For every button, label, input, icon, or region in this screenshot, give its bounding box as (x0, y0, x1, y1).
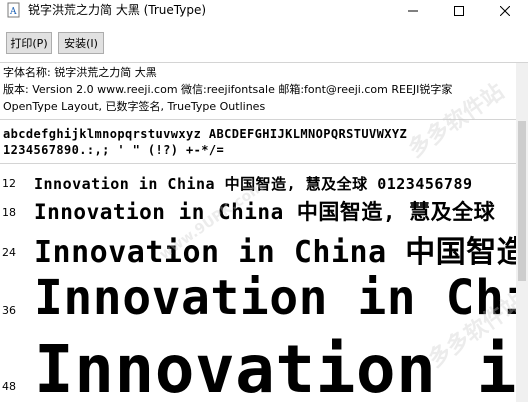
window-title: 锐字洪荒之力简 大黑 (TrueType) (28, 3, 207, 17)
charset-divider (0, 163, 516, 164)
font-file-icon: A (6, 2, 22, 18)
print-button[interactable]: 打印(P) (6, 32, 52, 54)
font-features-info: OpenType Layout, 已数字签名, TrueType Outline… (3, 100, 266, 113)
vertical-scrollbar[interactable] (516, 63, 528, 402)
svg-text:A: A (9, 7, 17, 17)
title-bar: A 锐字洪荒之力简 大黑 (TrueType) (0, 0, 528, 22)
font-version-info: 版本: Version 2.0 www.reeji.com 微信:reejifo… (3, 83, 453, 96)
close-icon (500, 6, 510, 16)
toolbar: 打印(P) 安装(I) (0, 22, 528, 62)
sample-size-label: 12 (2, 177, 16, 190)
info-divider (0, 119, 516, 120)
sample-size-label: 24 (2, 246, 16, 259)
sample-size-label: 18 (2, 206, 16, 219)
maximize-icon (454, 6, 464, 16)
scrollbar-thumb[interactable] (518, 121, 526, 281)
minimize-button[interactable] (390, 0, 436, 22)
sample-size-label: 36 (2, 304, 16, 317)
close-button[interactable] (482, 0, 528, 22)
sample-text: Innovation in (34, 331, 516, 402)
sample-text: Innovation in China (34, 270, 516, 326)
sample-text: Innovation in China 中国智造, 慧及全球 (34, 200, 496, 224)
charset-symbols: 1234567890.:,; ' " (!?) +-*/= (3, 143, 225, 157)
font-name-info: 字体名称: 锐字洪荒之力简 大黑 (3, 66, 157, 79)
sample-text: Innovation in China 中国智造 (34, 235, 516, 270)
sample-size-label: 48 (2, 380, 16, 393)
font-preview-area: 字体名称: 锐字洪荒之力简 大黑 版本: Version 2.0 www.ree… (0, 63, 516, 402)
charset-letters: abcdefghijklmnopqrstuvwxyz ABCDEFGHIJKLM… (3, 127, 408, 141)
install-button[interactable]: 安装(I) (58, 32, 104, 54)
maximize-button[interactable] (436, 0, 482, 22)
sample-text: Innovation in China 中国智造, 慧及全球 012345678… (34, 175, 473, 193)
minimize-icon (408, 10, 418, 12)
